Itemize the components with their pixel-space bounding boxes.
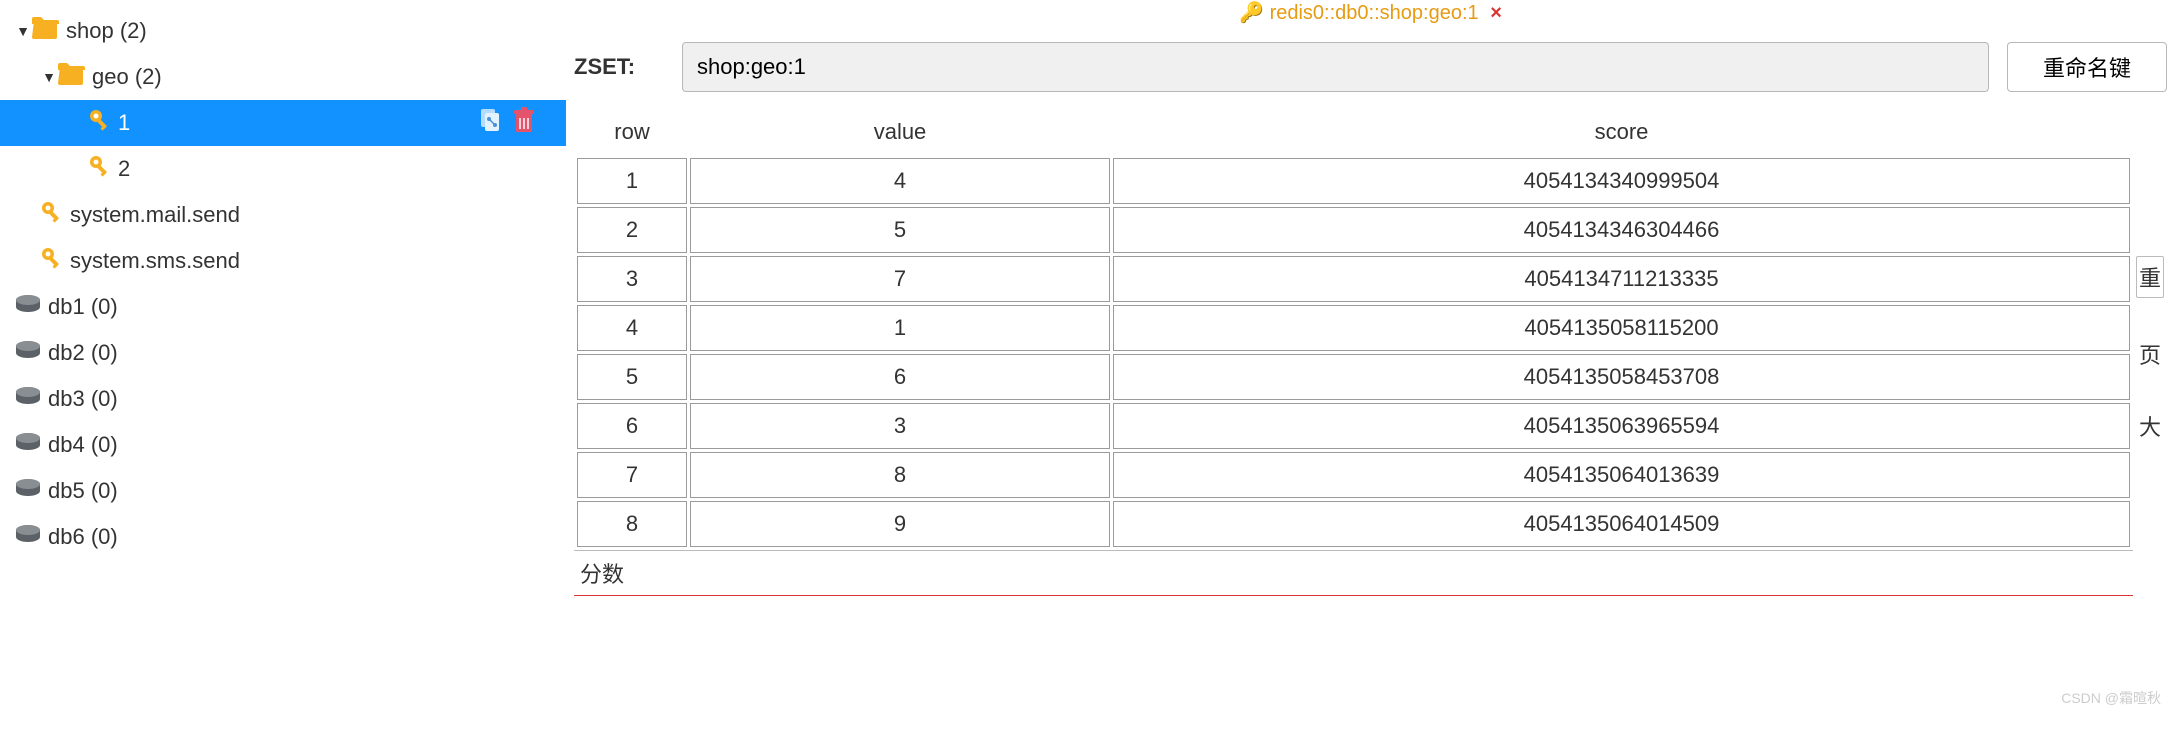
tree-folder-geo[interactable]: ▼ geo (2) <box>0 54 566 100</box>
table-cell-value: 7 <box>690 256 1110 302</box>
tree-key-sms[interactable]: system.sms.send <box>0 238 566 284</box>
tree-label: db5 (0) <box>48 478 118 504</box>
side-label-page: 页 <box>2139 338 2161 370</box>
table-cell-value: 4 <box>690 158 1110 204</box>
table-cell-score: 4054134711213335 <box>1113 256 2130 302</box>
database-icon <box>14 294 42 320</box>
tree-db6[interactable]: db6 (0) <box>0 514 566 560</box>
table-header-value[interactable]: value <box>690 109 1110 155</box>
table-cell-score: 4054135063965594 <box>1113 403 2130 449</box>
key-icon <box>40 200 64 230</box>
tree-label: geo (2) <box>92 64 162 90</box>
table-cell-score: 4054134346304466 <box>1113 207 2130 253</box>
close-icon[interactable]: × <box>1490 2 1502 24</box>
table-row[interactable]: 564054135058453708 <box>577 354 2130 400</box>
table-cell-score: 4054135058115200 <box>1113 305 2130 351</box>
side-button-reload[interactable]: 重 <box>2136 256 2164 298</box>
table-row[interactable]: 634054135063965594 <box>577 403 2130 449</box>
tab-title: 🔑 redis0::db0::shop:geo:1 × <box>574 0 2167 24</box>
table-cell-value: 3 <box>690 403 1110 449</box>
table-cell-row: 4 <box>577 305 687 351</box>
right-panel: 🔑 redis0::db0::shop:geo:1 × ZSET: 重命名键 r… <box>566 0 2167 738</box>
table-cell-value: 8 <box>690 452 1110 498</box>
table-row[interactable]: 144054134340999504 <box>577 158 2130 204</box>
tree-db5[interactable]: db5 (0) <box>0 468 566 514</box>
table-cell-score: 4054135058453708 <box>1113 354 2130 400</box>
key-icon <box>40 246 64 276</box>
tree-label: db6 (0) <box>48 524 118 550</box>
table-cell-row: 2 <box>577 207 687 253</box>
tree-db4[interactable]: db4 (0) <box>0 422 566 468</box>
side-label-size: 大 <box>2139 410 2161 442</box>
table-cell-row: 5 <box>577 354 687 400</box>
database-icon <box>14 386 42 412</box>
table-row[interactable]: 414054135058115200 <box>577 305 2130 351</box>
table-row[interactable]: 254054134346304466 <box>577 207 2130 253</box>
table-cell-row: 1 <box>577 158 687 204</box>
table-row[interactable]: 784054135064013639 <box>577 452 2130 498</box>
zset-table-wrap: row value score 144054134340999504254054… <box>574 106 2133 738</box>
table-cell-value: 1 <box>690 305 1110 351</box>
tree-key-2[interactable]: 2 <box>0 146 566 192</box>
tree-label: db1 (0) <box>48 294 118 320</box>
tree-key-1[interactable]: 1 <box>0 100 566 146</box>
table-row[interactable]: 374054134711213335 <box>577 256 2130 302</box>
rename-key-button[interactable]: 重命名键 <box>2007 42 2167 92</box>
key-icon <box>88 108 112 138</box>
database-icon <box>14 524 42 550</box>
tree-item-actions <box>478 106 536 140</box>
key-icon: 🔑 <box>1239 2 1264 24</box>
tree-panel: ▼ shop (2) ▼ geo (2) 1 2 <box>0 0 566 738</box>
table-cell-score: 4054134340999504 <box>1113 158 2130 204</box>
delete-icon[interactable] <box>512 106 536 140</box>
table-cell-value: 9 <box>690 501 1110 547</box>
copy-icon[interactable] <box>478 106 502 140</box>
tree-label: db2 (0) <box>48 340 118 366</box>
key-icon <box>88 154 112 184</box>
tree-label: system.sms.send <box>70 248 240 274</box>
table-cell-value: 6 <box>690 354 1110 400</box>
database-icon <box>14 478 42 504</box>
footer-score-label: 分数 <box>574 550 2133 596</box>
tree-label: shop (2) <box>66 18 147 44</box>
table-cell-row: 6 <box>577 403 687 449</box>
key-name-input[interactable] <box>682 42 1989 92</box>
database-icon <box>14 432 42 458</box>
key-row: ZSET: 重命名键 <box>574 42 2167 92</box>
tree-label: system.mail.send <box>70 202 240 228</box>
folder-icon <box>32 16 60 46</box>
watermark: CSDN @霜暄秋 <box>2061 688 2161 708</box>
table-cell-score: 4054135064013639 <box>1113 452 2130 498</box>
table-header-row[interactable]: row <box>577 109 687 155</box>
tree-db2[interactable]: db2 (0) <box>0 330 566 376</box>
table-cell-row: 7 <box>577 452 687 498</box>
tree-label: 1 <box>118 110 130 136</box>
tree-label: db3 (0) <box>48 386 118 412</box>
table-cell-value: 5 <box>690 207 1110 253</box>
tree-label: db4 (0) <box>48 432 118 458</box>
zset-table: row value score 144054134340999504254054… <box>574 106 2133 550</box>
table-header-score[interactable]: score <box>1113 109 2130 155</box>
table-row[interactable]: 894054135064014509 <box>577 501 2130 547</box>
database-icon <box>14 340 42 366</box>
key-type-label: ZSET: <box>574 54 664 80</box>
tree-db1[interactable]: db1 (0) <box>0 284 566 330</box>
tree-db3[interactable]: db3 (0) <box>0 376 566 422</box>
table-cell-row: 3 <box>577 256 687 302</box>
table-cell-row: 8 <box>577 501 687 547</box>
tree-key-mail[interactable]: system.mail.send <box>0 192 566 238</box>
tree-folder-shop[interactable]: ▼ shop (2) <box>0 8 566 54</box>
tree-label: 2 <box>118 156 130 182</box>
table-cell-score: 4054135064014509 <box>1113 501 2130 547</box>
caret-down-icon: ▼ <box>40 69 58 85</box>
caret-down-icon: ▼ <box>14 23 32 39</box>
side-controls: 重 页 大 <box>2133 106 2167 738</box>
folder-icon <box>58 62 86 92</box>
